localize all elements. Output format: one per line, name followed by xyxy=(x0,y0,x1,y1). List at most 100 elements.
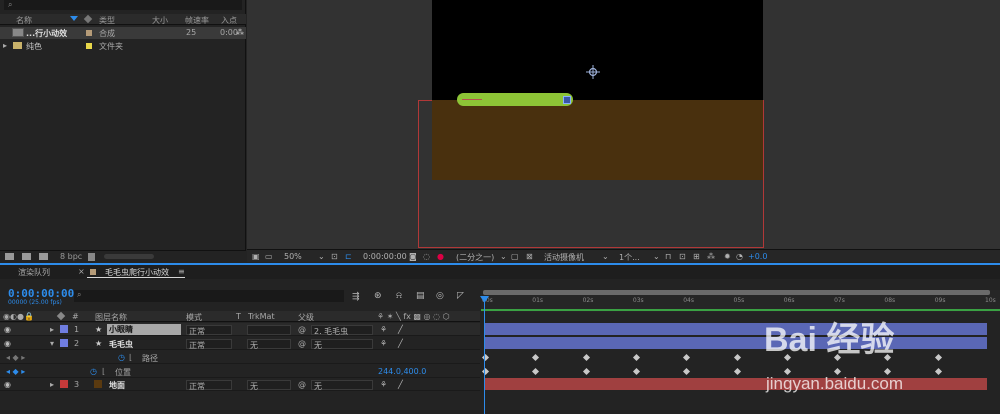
pick-whip-icon[interactable]: @ xyxy=(298,380,306,389)
camera-snapshot-icon[interactable]: ◙ xyxy=(409,252,417,261)
pick-whip-icon[interactable]: @ xyxy=(298,325,306,334)
column-label-parent[interactable]: 父级 xyxy=(298,312,314,323)
pick-whip-icon[interactable]: @ xyxy=(298,339,306,348)
collapse-arrow-icon[interactable]: ▾ xyxy=(50,339,54,348)
column-label-mode[interactable]: 模式 xyxy=(186,312,202,323)
camera-select[interactable]: 活动摄像机 xyxy=(544,252,584,263)
motion-blur-icon[interactable]: ◎ xyxy=(436,291,444,301)
toggle-pixel-aspect-icon[interactable]: ⊓ xyxy=(665,252,671,261)
parent-select[interactable]: 无 xyxy=(311,339,373,350)
layer-name[interactable]: 地面 xyxy=(109,380,125,391)
mode-select[interactable]: 正常 xyxy=(186,325,232,336)
switches-icons[interactable]: ⚘ ✶ ╲ fx ▩ ◎ ◌ ⬡ xyxy=(377,312,450,321)
column-label-type[interactable]: 类型 xyxy=(99,15,115,26)
delete-icon[interactable] xyxy=(88,253,95,261)
tab-menu-icon[interactable]: ≡ xyxy=(178,267,185,276)
flowchart-icon[interactable]: ⁂ xyxy=(707,252,715,261)
timeline-icon[interactable]: ⊞ xyxy=(693,252,700,261)
column-label-in[interactable]: 入点 xyxy=(221,15,237,26)
layer-name[interactable]: 小眼睛 xyxy=(107,324,181,335)
timeline-search-input[interactable]: ⌕ xyxy=(74,290,344,302)
shy-switch-icon[interactable]: ⚘ xyxy=(380,339,387,348)
views-select[interactable]: 1个... xyxy=(619,252,640,263)
chevron-down-icon[interactable]: ⌄ xyxy=(653,252,660,261)
label-tag-icon[interactable] xyxy=(56,311,66,321)
bpc-label[interactable]: 8 bpc xyxy=(60,252,82,261)
expand-arrow-icon[interactable]: ▸ xyxy=(3,41,7,50)
comp-mini-flowchart-icon[interactable]: ⇶ xyxy=(352,292,360,302)
chevron-down-icon[interactable]: ⌄ xyxy=(318,252,325,261)
visibility-eye-icon[interactable]: ◉ xyxy=(4,380,11,389)
playhead-line[interactable] xyxy=(484,300,485,414)
property-value[interactable]: 244.0,400.0 xyxy=(378,367,426,376)
gear-icon[interactable]: ✹ xyxy=(724,252,731,261)
keyframe-nav-icon[interactable]: ◂ ◆ ▸ xyxy=(6,353,25,362)
label-swatch[interactable] xyxy=(60,380,68,388)
visibility-eye-icon[interactable]: ◉ xyxy=(4,325,11,334)
column-label-size[interactable]: 大小 xyxy=(152,15,168,26)
column-label-num[interactable]: # xyxy=(72,312,79,321)
always-preview-icon[interactable]: ▣ xyxy=(252,252,260,261)
transparency-grid-icon[interactable]: ⊠ xyxy=(526,252,533,261)
color-channels-icon[interactable]: ● xyxy=(437,252,444,261)
keyframe-nav-icon[interactable]: ◂ ◆ ▸ xyxy=(6,367,25,376)
expand-arrow-icon[interactable]: ▸ xyxy=(50,325,54,334)
trkmat-select[interactable]: 无 xyxy=(247,339,291,350)
chevron-down-icon[interactable]: ⌄ xyxy=(602,252,609,261)
layer-row[interactable]: ◉ ▸ 1 ★ 小眼睛 正常 @ 2. 毛毛虫 ⚘ ╱ xyxy=(0,323,480,336)
mode-select[interactable]: 正常 xyxy=(186,339,232,350)
graph-editor-icon[interactable]: ◸ xyxy=(457,291,464,301)
show-snapshot-icon[interactable]: ◌ xyxy=(423,252,430,261)
interpret-footage-icon[interactable] xyxy=(5,253,14,260)
shy-layers-icon[interactable]: ⍾ xyxy=(396,291,402,301)
zoom-select[interactable]: 50% xyxy=(284,252,302,261)
anchor-point-icon[interactable] xyxy=(586,65,600,79)
exposure-icon[interactable]: ◔ xyxy=(736,252,743,261)
new-composition-icon[interactable] xyxy=(39,253,48,260)
parent-select[interactable]: 2. 毛毛虫 xyxy=(311,325,373,336)
shy-switch-icon[interactable]: ⚘ xyxy=(380,380,387,389)
region-of-interest-icon[interactable]: ▢ xyxy=(511,252,519,261)
column-label-trkmat[interactable]: TrkMat xyxy=(248,312,275,321)
quality-switch-icon[interactable]: ╱ xyxy=(398,339,403,348)
current-time-display[interactable]: 0:00:00:00 xyxy=(363,252,407,261)
exposure-value[interactable]: +0.0 xyxy=(748,252,767,261)
property-row[interactable]: ◂ ◆ ▸ ◷ ⌊ 位置 244.0,400.0 xyxy=(0,365,480,378)
label-swatch[interactable] xyxy=(60,339,68,347)
project-item[interactable]: ▸ 纯色 文件夹 xyxy=(0,40,246,52)
fast-previews-icon[interactable]: ⊡ xyxy=(679,252,686,261)
flowchart-icon[interactable]: ⁂ xyxy=(236,28,244,37)
safe-zones-icon[interactable]: ⊏ xyxy=(345,252,352,261)
label-swatch[interactable] xyxy=(60,325,68,333)
tab-render-queue[interactable]: 渲染队列 xyxy=(18,267,50,278)
property-row[interactable]: ◂ ◆ ▸ ◷ ⌊ 路径 xyxy=(0,351,480,364)
resolution-select[interactable]: (二分之一) xyxy=(456,252,494,263)
thumbnail-slider[interactable] xyxy=(104,254,154,259)
close-icon[interactable]: × xyxy=(78,267,85,276)
stopwatch-icon[interactable]: ◷ xyxy=(118,353,125,362)
trkmat-select[interactable]: 无 xyxy=(247,380,291,391)
new-folder-icon[interactable] xyxy=(22,253,31,260)
column-label-fps[interactable]: 帧速率 xyxy=(185,15,209,26)
mode-select[interactable]: 正常 xyxy=(186,380,232,391)
shy-switch-icon[interactable]: ⚘ xyxy=(380,325,387,334)
av-switches-icon[interactable]: ◉◐●🔒 xyxy=(3,312,34,321)
quality-switch-icon[interactable]: ╱ xyxy=(398,380,403,389)
column-label-name[interactable]: 名称 xyxy=(16,15,32,26)
layer-name[interactable]: 毛毛虫 xyxy=(109,339,133,350)
frame-blending-icon[interactable]: ▤ xyxy=(416,291,425,301)
draft-3d-icon[interactable]: ⊛ xyxy=(374,291,382,301)
visibility-eye-icon[interactable]: ◉ xyxy=(4,339,11,348)
sort-arrow-icon[interactable] xyxy=(70,16,78,21)
quality-switch-icon[interactable]: ╱ xyxy=(398,325,403,334)
column-label-layer-name[interactable]: 图层名称 xyxy=(95,312,127,323)
project-search-input[interactable]: ⌕ xyxy=(4,0,242,10)
eye-shape[interactable] xyxy=(563,96,571,104)
fit-icon[interactable]: ⊡ xyxy=(331,252,338,261)
project-item[interactable]: ...行小动效 合成 25 0:00 ⁂ xyxy=(0,27,246,39)
stopwatch-icon[interactable]: ◷ xyxy=(90,367,97,376)
composition-viewer[interactable]: ▣ ▭ 50% ⌄ ⊡ ⊏ 0:00:00:00 ◙ ◌ ● (二分之一) ⌄ … xyxy=(247,0,1000,262)
expand-arrow-icon[interactable]: ▸ xyxy=(50,380,54,389)
chevron-down-icon[interactable]: ⌄ xyxy=(500,252,507,261)
layer-row[interactable]: ◉ ▾ 2 ★ 毛毛虫 正常 无 @ 无 ⚘ ╱ xyxy=(0,337,480,350)
